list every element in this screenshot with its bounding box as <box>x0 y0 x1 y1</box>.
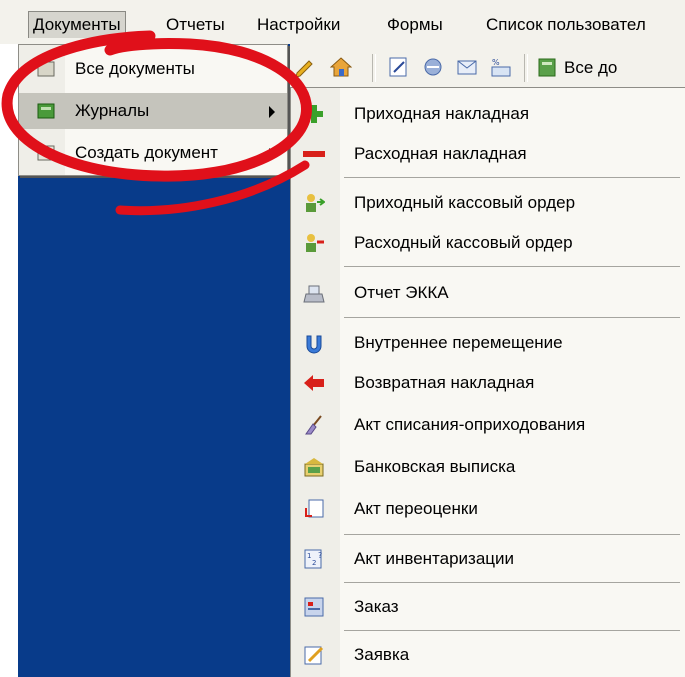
cash-register-icon <box>303 285 325 303</box>
calculator-icon[interactable]: % <box>490 56 512 78</box>
documents-dropdown: Все документы Журналы Создать документ <box>18 44 288 176</box>
return-arrow-icon <box>304 375 324 391</box>
menu-separator <box>344 266 680 267</box>
document-icon <box>37 61 55 77</box>
journal-icon <box>37 103 55 119</box>
menu-reports[interactable]: Отчеты <box>162 13 229 37</box>
menu-separator <box>344 534 680 535</box>
menu-item-create-document[interactable]: Создать документ <box>19 135 287 171</box>
submenu-item-label: Акт инвентаризации <box>354 549 515 568</box>
submenu-item-label: Расходный кассовый ордер <box>354 233 573 252</box>
documents-book-icon[interactable] <box>536 56 558 78</box>
menu-separator <box>344 177 680 178</box>
submenu-item-request[interactable]: Заявка <box>291 636 685 674</box>
menu-separator <box>344 582 680 583</box>
toolbar-separator <box>372 54 376 82</box>
submenu-item-label: Акт списания-оприходования <box>354 415 586 434</box>
submenu-item-internal-transfer[interactable]: Внутреннее перемещение <box>291 324 685 362</box>
svg-text:1: 1 <box>307 552 311 560</box>
edit-document-icon[interactable] <box>388 56 410 78</box>
submenu-arrow-icon <box>269 148 275 160</box>
submenu-item-label: Приходный кассовый ордер <box>354 193 576 212</box>
menu-item-label: Журналы <box>75 101 150 120</box>
broom-icon <box>305 415 322 435</box>
submenu-item-label: Внутреннее перемещение <box>354 333 563 352</box>
submenu-item-outgoing-invoice[interactable]: Расходная накладная <box>291 135 685 173</box>
submenu-item-label: Банковская выписка <box>354 457 516 476</box>
menu-item-label: Создать документ <box>75 143 218 162</box>
svg-text:%: % <box>492 58 500 67</box>
submenu-item-cash-receipt[interactable]: Приходный кассовый ордер <box>291 184 685 222</box>
menu-bar: Документы Отчеты Настройки Формы Список … <box>0 0 685 44</box>
menu-user-list[interactable]: Список пользовател <box>482 13 650 37</box>
toolbar: % Все до <box>290 44 685 92</box>
submenu-item-order[interactable]: Заказ <box>291 588 685 626</box>
menu-item-label: Все документы <box>75 59 195 78</box>
submenu-item-revaluation-act[interactable]: Акт переоценки <box>291 490 685 528</box>
svg-text:?: ? <box>318 551 322 560</box>
submenu-item-cash-expense[interactable]: Расходный кассовый ордер <box>291 224 685 262</box>
menu-documents[interactable]: Документы <box>28 11 126 38</box>
toolbar-all-docs-label[interactable]: Все до <box>564 58 617 78</box>
menu-item-journals[interactable]: Журналы <box>19 93 287 129</box>
submenu-item-bank-statement[interactable]: Банковская выписка <box>291 448 685 486</box>
plus-icon <box>305 105 323 123</box>
submenu-item-label: Акт переоценки <box>354 499 478 518</box>
submenu-item-label: Заявка <box>354 645 410 664</box>
menu-settings[interactable]: Настройки <box>253 13 344 37</box>
minus-icon <box>303 151 325 157</box>
submenu-item-label: Заказ <box>354 597 399 616</box>
submenu-item-writeoff-act[interactable]: Акт списания-оприходования <box>291 406 685 444</box>
bank-icon <box>304 458 324 477</box>
submenu-item-inventory-act[interactable]: 1 2 ? Акт инвентаризации <box>291 540 685 578</box>
revaluation-icon <box>305 499 324 518</box>
mail-icon[interactable] <box>456 56 478 78</box>
submenu-item-return-invoice[interactable]: Возвратная накладная <box>291 364 685 402</box>
transfer-icon[interactable] <box>422 56 444 78</box>
submenu-item-label: Возвратная накладная <box>354 373 535 392</box>
left-margin <box>0 44 18 677</box>
submenu-arrow-icon <box>269 106 275 118</box>
submenu-item-ecr-report[interactable]: Отчет ЭККА <box>291 274 685 312</box>
inventory-icon: 1 2 ? <box>304 549 322 569</box>
request-icon <box>304 646 324 665</box>
submenu-item-incoming-invoice[interactable]: Приходная накладная <box>291 95 685 133</box>
submenu-item-label: Отчет ЭККА <box>354 283 449 302</box>
toolbar-separator <box>524 54 528 82</box>
menu-item-all-documents[interactable]: Все документы <box>19 51 287 87</box>
person-in-icon <box>306 194 325 212</box>
svg-text:2: 2 <box>312 559 316 567</box>
menu-separator <box>344 630 680 631</box>
journals-submenu: Приходная накладная Расходная накладная … <box>290 87 685 677</box>
menu-forms[interactable]: Формы <box>383 13 447 37</box>
order-icon <box>304 597 324 617</box>
new-document-icon <box>37 145 55 161</box>
submenu-item-label: Приходная накладная <box>354 104 530 123</box>
move-icon <box>306 335 322 354</box>
pencil-icon[interactable] <box>294 56 316 78</box>
menu-separator <box>344 317 680 318</box>
submenu-item-label: Расходная накладная <box>354 144 527 163</box>
home-icon[interactable] <box>330 56 352 78</box>
person-out-icon <box>306 234 324 252</box>
